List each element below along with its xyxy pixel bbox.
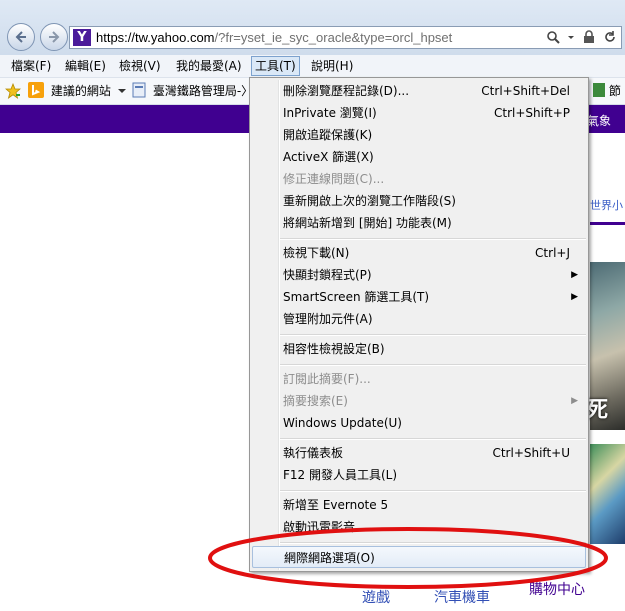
arrow-right-icon [49, 31, 60, 43]
menu-item-label: F12 開發人員工具(L) [283, 468, 398, 482]
menu-tools[interactable]: 工具(T) [251, 56, 300, 76]
favorites-star-icon[interactable] [4, 82, 22, 100]
tools-dropdown-menu: 刪除瀏覽歷程記錄(D)... Ctrl+Shift+Del InPrivate 瀏… [249, 77, 589, 572]
address-bar-icons [542, 30, 617, 46]
webpage-icon [132, 82, 146, 98]
menu-item-popup-blocker[interactable]: 快顯封鎖程式(P) ▶ [252, 264, 586, 286]
yahoo-favicon: Y [73, 29, 91, 46]
search-icon[interactable] [546, 30, 560, 47]
menu-favorites[interactable]: 我的最愛(A) [173, 57, 245, 75]
menu-item-label: InPrivate 瀏覽(I) [283, 106, 377, 120]
menu-view[interactable]: 檢視(V) [116, 57, 164, 75]
menu-item-windows-update[interactable]: Windows Update(U) [252, 412, 586, 434]
menu-item-label: 檢視下載(N) [283, 246, 350, 260]
menu-item-label: ActiveX 篩選(X) [283, 150, 374, 164]
menu-item-tracking-protection[interactable]: 開啟追蹤保護(K) [252, 124, 586, 146]
menu-separator [280, 238, 586, 240]
menu-item-label: 新增至 Evernote 5 [283, 498, 389, 512]
url-host: https://tw.yahoo.com [96, 30, 215, 45]
address-bar[interactable]: Y https://tw.yahoo.com/?fr=yset_ie_syc_o… [69, 26, 622, 49]
menu-item-compatibility-view[interactable]: 相容性檢視設定(B) [252, 338, 586, 360]
menu-edit[interactable]: 編輯(E) [62, 57, 109, 75]
dropdown-icon[interactable] [567, 30, 575, 47]
menu-item-reopen-session[interactable]: 重新開啟上次的瀏覽工作階段(S) [252, 190, 586, 212]
menu-item-shortcut: Ctrl+Shift+Del [481, 84, 570, 98]
suggested-sites-link[interactable]: 建議的網站 [28, 82, 126, 100]
refresh-icon[interactable] [603, 30, 617, 47]
menu-item-shortcut: Ctrl+J [535, 246, 570, 260]
submenu-arrow-icon: ▶ [571, 292, 578, 302]
menu-help[interactable]: 說明(H) [308, 57, 356, 75]
menu-item-label: 修正連線問題(C)... [283, 172, 385, 186]
url-text[interactable]: https://tw.yahoo.com/?fr=yset_ie_syc_ora… [96, 30, 452, 45]
menu-item-label: 刪除瀏覽歷程記錄(D)... [283, 84, 410, 98]
chevron-down-icon [117, 89, 126, 93]
tab-underline [590, 222, 625, 225]
menu-item-label: 相容性檢視設定(B) [283, 342, 385, 356]
submenu-arrow-icon: ▶ [571, 270, 578, 280]
favorites-overflow-label: 節 [608, 84, 621, 98]
menu-item-label: 訂閱此摘要(F)... [283, 372, 371, 386]
back-button[interactable] [7, 23, 35, 51]
favorites-overflow-item[interactable]: 節 [593, 82, 621, 100]
railway-label: 臺灣鐵路管理局-〉 [152, 84, 254, 98]
menu-item-fix-connection: 修正連線問題(C)... [252, 168, 586, 190]
menu-item-shortcut: Ctrl+Shift+P [494, 106, 570, 120]
menu-item-manage-addons[interactable]: 管理附加元件(A) [252, 308, 586, 330]
menu-item-feed-discovery: 摘要搜索(E) ▶ [252, 390, 586, 412]
green-app-icon [593, 83, 605, 97]
menu-item-label: 摘要搜索(E) [283, 394, 348, 408]
railway-link[interactable]: 臺灣鐵路管理局-〉 [132, 82, 253, 100]
menu-item-add-to-evernote[interactable]: 新增至 Evernote 5 [252, 494, 586, 516]
weather-link[interactable]: 氣象 [587, 112, 611, 129]
menu-separator [280, 364, 586, 366]
menu-item-label: Windows Update(U) [283, 416, 402, 430]
menu-item-developer-tools[interactable]: F12 開發人員工具(L) [252, 464, 586, 486]
menu-item-performance-dashboard[interactable]: 執行儀表板 Ctrl+Shift+U [252, 442, 586, 464]
menu-item-view-downloads[interactable]: 檢視下載(N) Ctrl+J [252, 242, 586, 264]
forward-button[interactable] [40, 23, 68, 51]
menu-separator [280, 490, 586, 492]
suggested-sites-label: 建議的網站 [50, 84, 111, 98]
menu-item-activex-filtering[interactable]: ActiveX 篩選(X) [252, 146, 586, 168]
navigation-bar: Y https://tw.yahoo.com/?fr=yset_ie_syc_o… [0, 0, 625, 55]
menu-item-label: 管理附加元件(A) [283, 312, 373, 326]
highlight-ellipse [208, 527, 608, 589]
menu-bar: 檔案(F) 編輯(E) 檢視(V) 我的最愛(A) 工具(T) 說明(H) [0, 55, 625, 78]
lock-icon[interactable] [583, 30, 595, 47]
menu-item-label: 開啟追蹤保護(K) [283, 128, 373, 142]
menu-file[interactable]: 檔案(F) [8, 57, 54, 75]
menu-item-smartscreen[interactable]: SmartScreen 篩選工具(T) ▶ [252, 286, 586, 308]
bing-icon [28, 82, 44, 98]
url-path: /?fr=yset_ie_syc_oracle&type=orcl_hpset [214, 30, 453, 45]
submenu-arrow-icon: ▶ [571, 396, 578, 406]
menu-item-label: 將網站新增到 [開始] 功能表(M) [283, 216, 452, 230]
menu-item-label: SmartScreen 篩選工具(T) [283, 290, 430, 304]
menu-item-subscribe-feed: 訂閱此摘要(F)... [252, 368, 586, 390]
menu-item-delete-history[interactable]: 刪除瀏覽歷程記錄(D)... Ctrl+Shift+Del [252, 80, 586, 102]
arrow-left-icon [15, 31, 26, 43]
menu-separator [280, 438, 586, 440]
world-news-link[interactable]: 世界小 [590, 197, 623, 213]
menu-item-label: 重新開啟上次的瀏覽工作階段(S) [283, 194, 456, 208]
menu-item-label: 快顯封鎖程式(P) [283, 268, 372, 282]
menu-separator [280, 334, 586, 336]
menu-item-shortcut: Ctrl+Shift+U [492, 446, 570, 460]
news-photo-caption: 死 [586, 398, 609, 423]
menu-item-add-to-start[interactable]: 將網站新增到 [開始] 功能表(M) [252, 212, 586, 234]
menu-item-label: 執行儀表板 [283, 446, 344, 460]
menu-item-inprivate[interactable]: InPrivate 瀏覽(I) Ctrl+Shift+P [252, 102, 586, 124]
